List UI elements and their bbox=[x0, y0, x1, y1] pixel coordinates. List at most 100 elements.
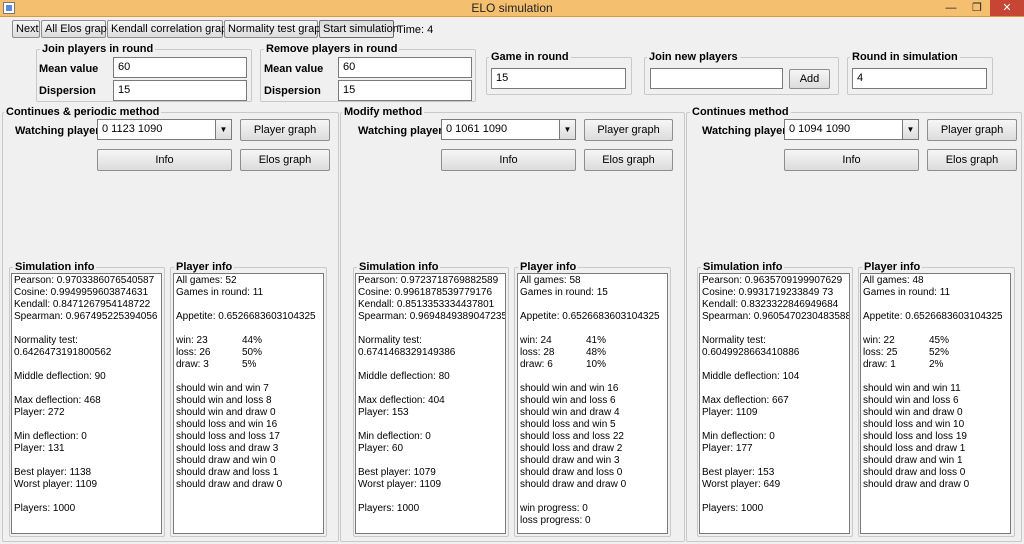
draw-percent: 5% bbox=[242, 359, 257, 370]
should-win-and-win: should win and win 16 bbox=[520, 383, 619, 394]
elos-graph-button[interactable]: Elos graph bbox=[240, 149, 330, 171]
worst-player: Worst player: 1109 bbox=[14, 479, 98, 490]
player-info-text[interactable]: All games: 58 Games in round: 15 Appetit… bbox=[517, 273, 668, 534]
min-deflection-player: Player: 60 bbox=[358, 443, 404, 454]
player-graph-button[interactable]: Player graph bbox=[240, 119, 330, 141]
normality-label: Normality test: bbox=[358, 335, 422, 346]
cosine-value: Cosine: 0.9961878539779176 bbox=[358, 287, 493, 298]
join-mean-input[interactable]: 60 bbox=[113, 57, 247, 78]
remove-mean-input[interactable]: 60 bbox=[338, 57, 472, 78]
win-count: win: 22 bbox=[863, 335, 895, 346]
game-in-round-input[interactable]: 15 bbox=[491, 68, 626, 89]
draw-stat: draw: 3 5% bbox=[176, 359, 321, 371]
should-win-and-loss: should win and loss 6 bbox=[863, 395, 959, 406]
loss-stat: loss: 25 52% bbox=[863, 347, 1008, 359]
player-info-title: Player info bbox=[518, 261, 579, 273]
win-percent: 41% bbox=[586, 335, 607, 346]
join-dispersion-input[interactable]: 15 bbox=[113, 80, 247, 101]
watching-player-label: Watching player bbox=[702, 125, 787, 137]
normality-value: 0.6049928663410886 bbox=[702, 347, 800, 358]
spearman-value: Spearman: 0.9605470230483588 bbox=[702, 311, 850, 322]
simulation-info-text[interactable]: Pearson: 0.9723718769882589 Cosine: 0.99… bbox=[355, 273, 506, 534]
remove-dispersion-label: Dispersion bbox=[264, 85, 321, 97]
watching-player-value: 0 1123 1090 bbox=[102, 123, 163, 135]
info-button[interactable]: Info bbox=[784, 149, 919, 171]
spearman-value: Spearman: 0.9694849389047235 bbox=[358, 311, 506, 322]
should-win-and-draw: should win and draw 0 bbox=[176, 407, 276, 418]
simulation-info-text[interactable]: Pearson: 0.9703386076540587 Cosine: 0.99… bbox=[11, 273, 162, 534]
draw-stat: draw: 6 10% bbox=[520, 359, 665, 371]
min-deflection-player: Player: 177 bbox=[702, 443, 753, 454]
best-player: Best player: 153 bbox=[702, 467, 775, 478]
player-info-title: Player info bbox=[862, 261, 923, 273]
should-win-and-loss: should win and loss 6 bbox=[520, 395, 616, 406]
panel-title: Modify method bbox=[342, 106, 425, 118]
minimize-icon[interactable]: — bbox=[938, 0, 964, 16]
watching-player-label: Watching player bbox=[15, 125, 100, 137]
min-deflection: Min deflection: 0 bbox=[702, 431, 775, 442]
should-draw-and-win: should draw and win 0 bbox=[176, 455, 276, 466]
spearman-value: Spearman: 0.967495225394056 bbox=[14, 311, 158, 322]
appetite: Appetite: 0.6526683603104325 bbox=[176, 311, 316, 322]
join-new-players-input[interactable] bbox=[650, 68, 783, 89]
close-icon[interactable]: ✕ bbox=[990, 0, 1024, 16]
all-elos-graph-button[interactable]: All Elos graph bbox=[41, 20, 113, 38]
watching-player-select[interactable]: 0 1123 1090 ▼ bbox=[97, 119, 232, 140]
all-games: All games: 58 bbox=[520, 275, 581, 286]
should-win-and-win: should win and win 11 bbox=[863, 383, 961, 394]
loss-percent: 48% bbox=[586, 347, 607, 358]
cosine-value: Cosine: 0.9949959603874631 bbox=[14, 287, 149, 298]
remove-mean-label: Mean value bbox=[264, 63, 324, 75]
normality-graph-button[interactable]: Normality test graph bbox=[224, 20, 326, 38]
info-button[interactable]: Info bbox=[97, 149, 232, 171]
kendall-value: Kendall: 0.8323322846949684 bbox=[702, 299, 839, 310]
should-loss-and-draw: should loss and draw 1 bbox=[863, 443, 966, 454]
add-button[interactable]: Add bbox=[789, 69, 830, 89]
start-simulation-button[interactable]: Start simulation bbox=[319, 20, 399, 38]
game-in-round-title: Game in round bbox=[489, 51, 571, 63]
join-dispersion-label: Dispersion bbox=[39, 85, 96, 97]
panel-title: Continues & periodic method bbox=[4, 106, 162, 118]
middle-deflection: Middle deflection: 80 bbox=[358, 371, 450, 382]
should-loss-and-win: should loss and win 5 bbox=[520, 419, 616, 430]
win-count: win: 23 bbox=[176, 335, 208, 346]
watching-player-select[interactable]: 0 1094 1090 ▼ bbox=[784, 119, 919, 140]
max-deflection: Max deflection: 404 bbox=[358, 395, 445, 406]
loss-stat: loss: 26 50% bbox=[176, 347, 321, 359]
maximize-icon[interactable]: ❐ bbox=[964, 0, 990, 16]
simulation-info-text[interactable]: Pearson: 0.9635709199907629 Cosine: 0.99… bbox=[699, 273, 850, 534]
watching-player-value: 0 1094 1090 bbox=[789, 123, 851, 135]
player-info-text[interactable]: All games: 52 Games in round: 11 Appetit… bbox=[173, 273, 324, 534]
kendall-value: Kendall: 0.8513353334437801 bbox=[358, 299, 495, 310]
elos-graph-button[interactable]: Elos graph bbox=[584, 149, 673, 171]
should-draw-and-win: should draw and win 1 bbox=[863, 455, 963, 466]
middle-deflection: Middle deflection: 104 bbox=[702, 371, 800, 382]
pearson-value: Pearson: 0.9703386076540587 bbox=[14, 275, 155, 286]
draw-count: draw: 1 bbox=[863, 359, 896, 370]
next-button[interactable]: Next bbox=[12, 20, 40, 38]
player-graph-button[interactable]: Player graph bbox=[927, 119, 1017, 141]
watching-player-select[interactable]: 0 1061 1090 ▼ bbox=[441, 119, 576, 140]
simulation-info-title: Simulation info bbox=[357, 261, 441, 273]
round-in-simulation-input[interactable]: 4 bbox=[852, 68, 987, 89]
games-in-round: Games in round: 11 bbox=[863, 287, 951, 298]
chevron-down-icon[interactable]: ▼ bbox=[215, 120, 231, 139]
remove-players-title: Remove players in round bbox=[264, 43, 400, 55]
panel-title: Continues method bbox=[690, 106, 791, 118]
should-draw-and-draw: should draw and draw 0 bbox=[863, 479, 970, 490]
time-label: Time: 4 bbox=[397, 24, 434, 36]
games-in-round: Games in round: 15 bbox=[520, 287, 608, 298]
win-stat: win: 23 44% bbox=[176, 335, 321, 347]
max-deflection-player: Player: 1109 bbox=[702, 407, 758, 418]
player-graph-button[interactable]: Player graph bbox=[584, 119, 673, 141]
draw-stat: draw: 1 2% bbox=[863, 359, 1008, 371]
remove-dispersion-input[interactable]: 15 bbox=[338, 80, 472, 101]
player-info-text[interactable]: All games: 48 Games in round: 11 Appetit… bbox=[860, 273, 1011, 534]
chevron-down-icon[interactable]: ▼ bbox=[902, 120, 918, 139]
elos-graph-button[interactable]: Elos graph bbox=[927, 149, 1017, 171]
worst-player: Worst player: 1109 bbox=[358, 479, 442, 490]
chevron-down-icon[interactable]: ▼ bbox=[559, 120, 575, 139]
appetite: Appetite: 0.6526683603104325 bbox=[863, 311, 1003, 322]
info-button[interactable]: Info bbox=[441, 149, 576, 171]
kendall-graph-button[interactable]: Kendall correlation graph bbox=[107, 20, 233, 38]
